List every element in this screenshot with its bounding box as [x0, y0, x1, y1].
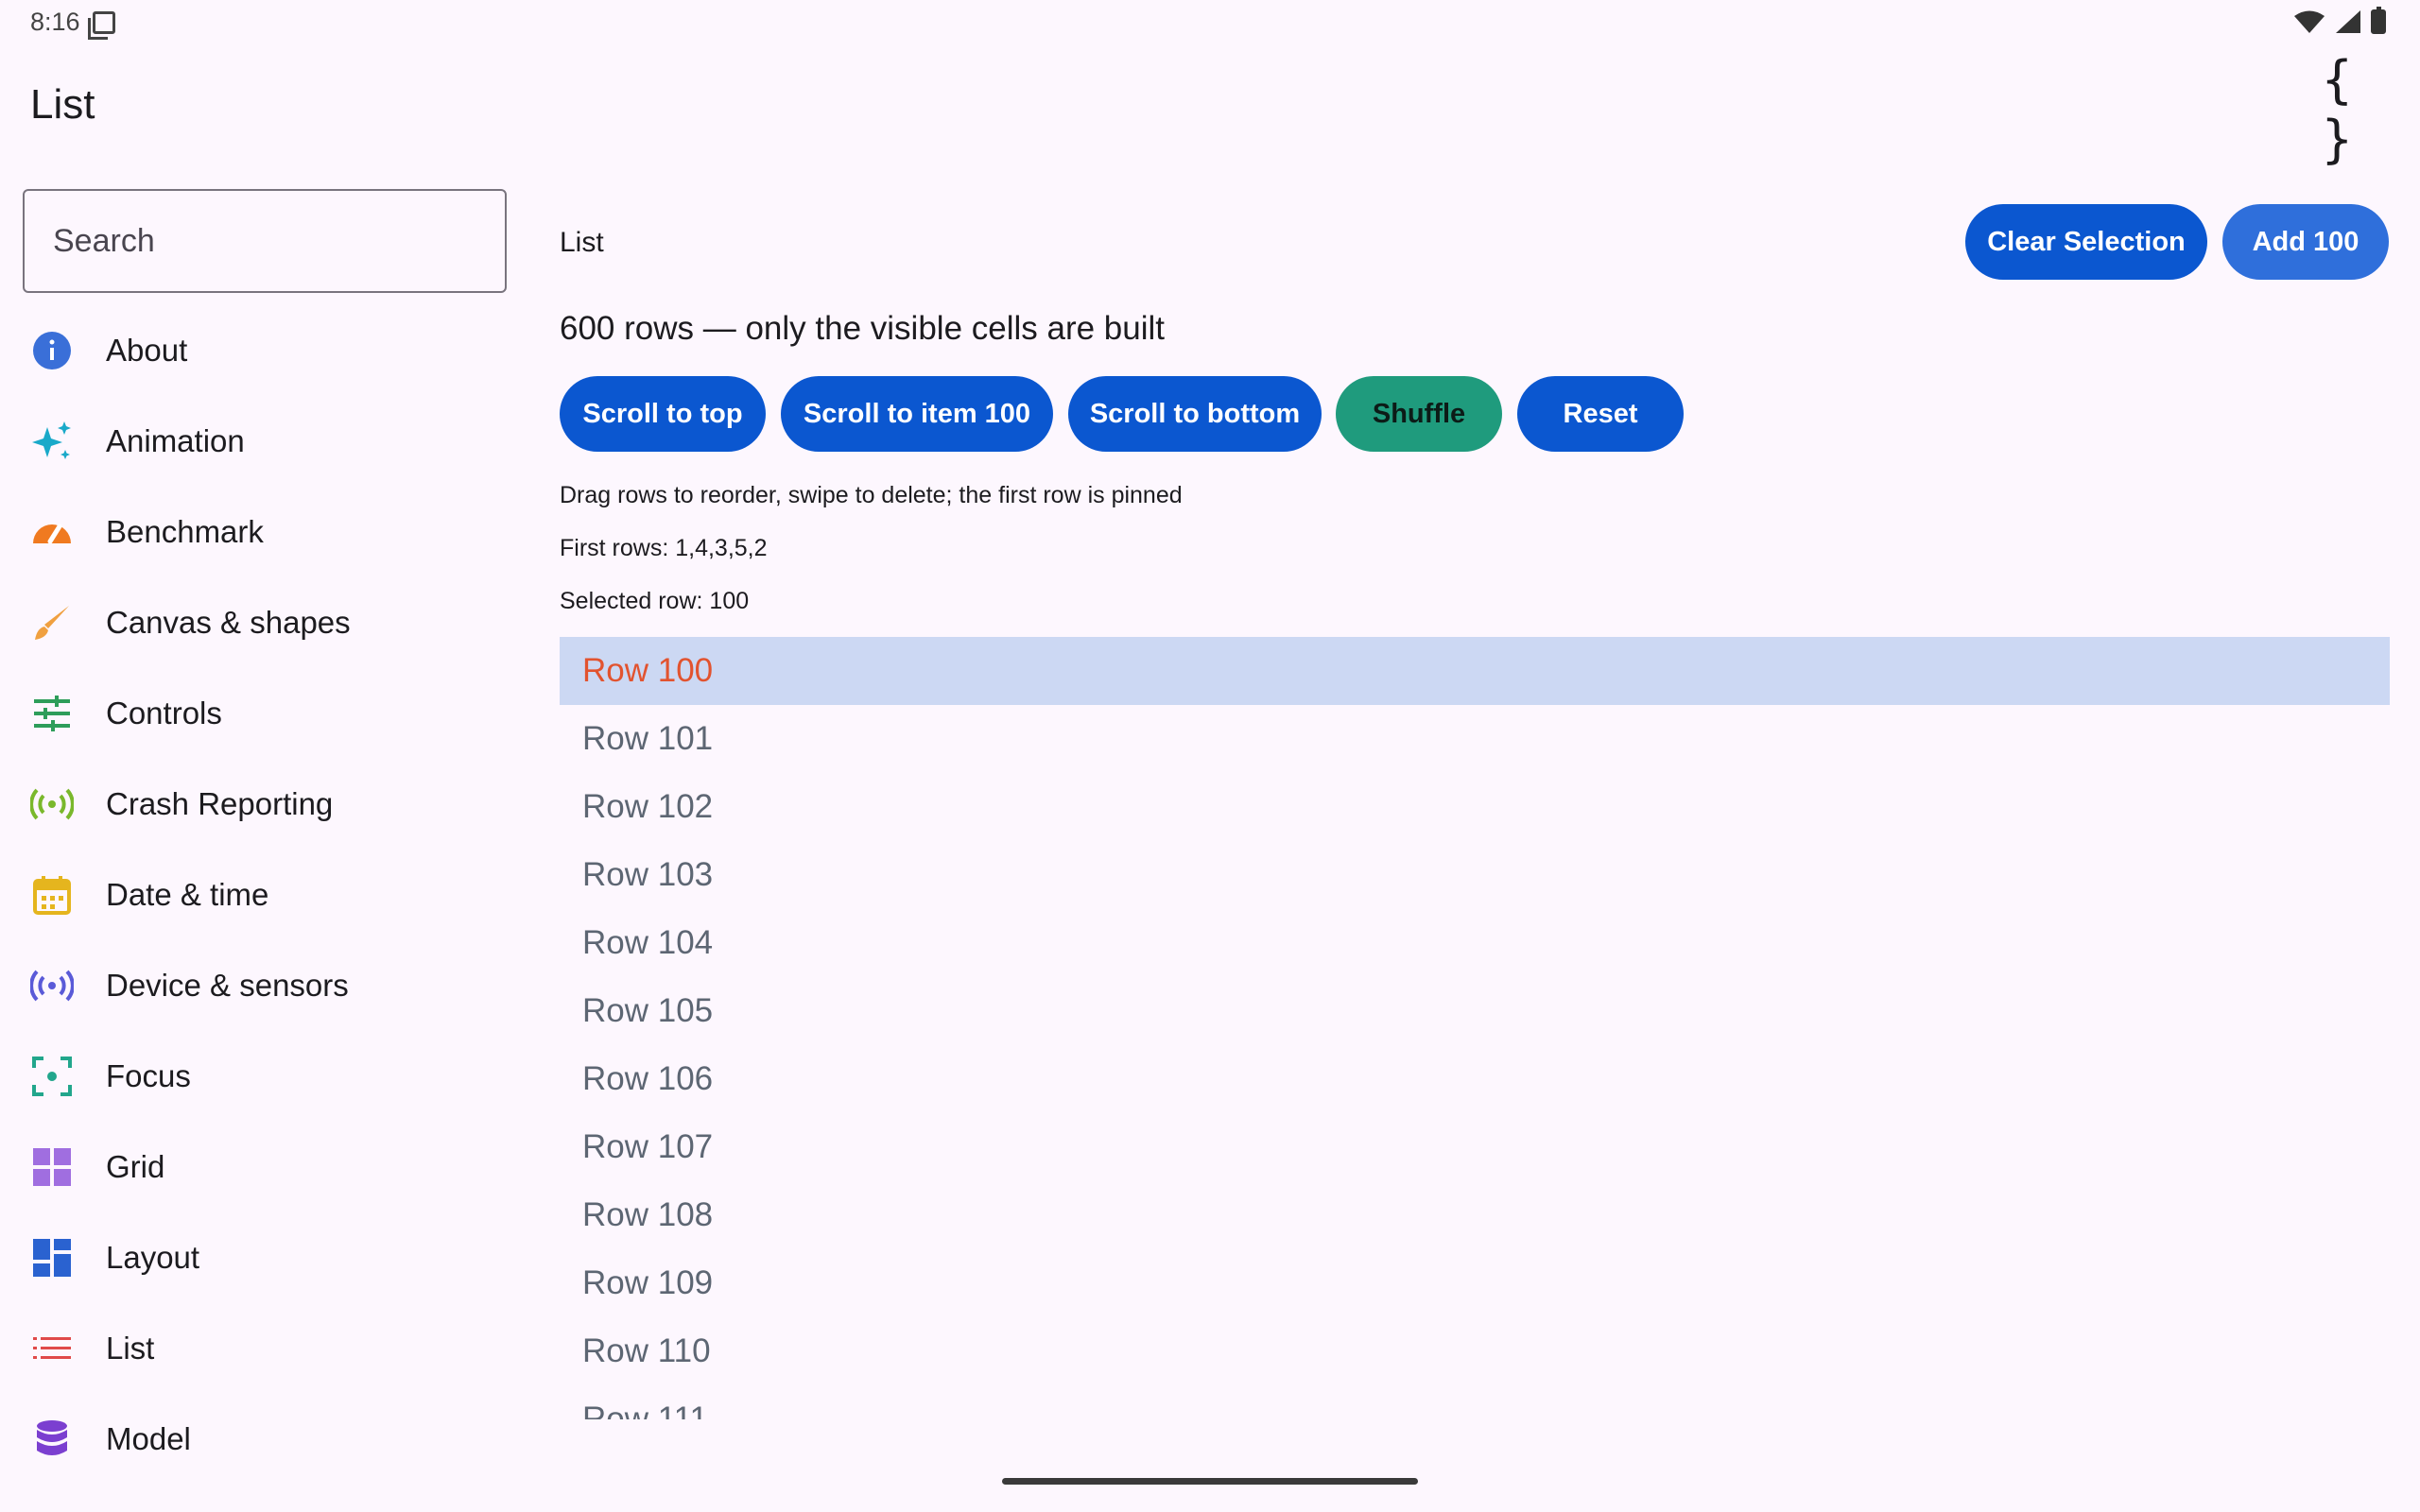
nav-item-controls[interactable]: Controls — [0, 668, 529, 759]
nav-label-focus: Focus — [106, 1058, 191, 1093]
brush-icon — [30, 601, 74, 644]
list-row[interactable]: Row 106 — [560, 1045, 2390, 1113]
row-count-text: 600 rows — only the visible cells are bu… — [560, 310, 1166, 347]
nav-item-focus[interactable]: Focus — [0, 1031, 529, 1122]
list-icon — [30, 1327, 74, 1370]
nav-item-date-time[interactable]: Date & time — [0, 850, 529, 940]
nav-label-controls: Controls — [106, 696, 222, 730]
reorder-hint: Drag rows to reorder, swipe to delete; t… — [560, 482, 1183, 508]
sensors-icon — [30, 964, 74, 1007]
clear-selection-button[interactable]: Clear Selection — [1965, 204, 2207, 280]
status-bar: 8:16 — [0, 0, 2420, 45]
layout-icon — [30, 1236, 74, 1280]
grid-icon — [30, 1145, 74, 1189]
nav-label-layout: Layout — [106, 1240, 200, 1275]
nav-item-model[interactable]: Model — [0, 1394, 529, 1485]
home-indicator[interactable] — [1002, 1478, 1418, 1485]
nav-label-date-time: Date & time — [106, 877, 269, 912]
app-title: List — [30, 81, 95, 128]
broadcast-icon — [30, 782, 74, 826]
add-100-button[interactable]: Add 100 — [2222, 204, 2389, 280]
info-icon — [30, 329, 74, 372]
battery-icon — [2371, 7, 2386, 34]
nav-label-canvas-shapes: Canvas & shapes — [106, 605, 351, 640]
nav-label-benchmark: Benchmark — [106, 514, 264, 549]
list-row[interactable]: Row 102 — [560, 773, 2390, 841]
sim-card-icon — [88, 11, 115, 40]
list-row[interactable]: Row 110 — [560, 1317, 2390, 1385]
shuffle-button[interactable]: Shuffle — [1336, 376, 1502, 452]
selected-row-text: Selected row: 100 — [560, 588, 750, 614]
list-row[interactable]: Row 109 — [560, 1249, 2390, 1317]
status-icons — [2293, 7, 2386, 34]
nav-item-about[interactable]: About — [0, 305, 529, 396]
focus-icon — [30, 1055, 74, 1098]
nav-item-layout[interactable]: Layout — [0, 1212, 529, 1303]
list-row[interactable]: Row 108 — [560, 1181, 2390, 1249]
nav-label-list: List — [106, 1331, 155, 1366]
search-input[interactable] — [23, 189, 507, 293]
section-title: List — [560, 227, 604, 258]
nav-item-crash-reporting[interactable]: Crash Reporting — [0, 759, 529, 850]
nav-item-grid[interactable]: Grid — [0, 1122, 529, 1212]
list-row[interactable]: Row 105 — [560, 977, 2390, 1045]
nav-label-device-sensors: Device & sensors — [106, 968, 349, 1003]
list-row[interactable]: Row 100 — [560, 637, 2390, 705]
wifi-icon — [2294, 10, 2325, 33]
status-time: 8:16 — [30, 8, 80, 36]
nav-list: About Animation Benchmark Canvas & shape… — [0, 305, 529, 1485]
reset-button[interactable]: Reset — [1517, 376, 1684, 452]
nav-label-grid: Grid — [106, 1149, 165, 1184]
nav-label-about: About — [106, 333, 188, 368]
nav-label-crash-reporting: Crash Reporting — [106, 786, 334, 821]
calendar-icon — [30, 873, 74, 917]
scroll-to-bottom-button[interactable]: Scroll to bottom — [1068, 376, 1322, 452]
nav-item-animation[interactable]: Animation — [0, 396, 529, 487]
nav-label-animation: Animation — [106, 423, 245, 458]
nav-item-device-sensors[interactable]: Device & sensors — [0, 940, 529, 1031]
list-row[interactable]: Row 101 — [560, 705, 2390, 773]
row-list[interactable]: Row 100 Row 101 Row 102 Row 103 Row 104 … — [560, 637, 2390, 1419]
nav-label-model: Model — [106, 1421, 191, 1456]
first-rows-text: First rows: 1,4,3,5,2 — [560, 535, 768, 561]
nav-item-canvas-shapes[interactable]: Canvas & shapes — [0, 577, 529, 668]
list-row[interactable]: Row 103 — [560, 841, 2390, 909]
app-root: 8:16 List { } About Animation — [0, 0, 2420, 1512]
list-row[interactable]: Row 104 — [560, 909, 2390, 977]
sliders-icon — [30, 692, 74, 735]
nav-item-benchmark[interactable]: Benchmark — [0, 487, 529, 577]
speedometer-icon — [30, 510, 74, 554]
list-row[interactable]: Row 111 — [560, 1385, 2390, 1419]
sparkle-icon — [30, 420, 74, 463]
code-icon[interactable]: { } — [2322, 50, 2390, 169]
nav-item-list[interactable]: List — [0, 1303, 529, 1394]
scroll-to-item-button[interactable]: Scroll to item 100 — [781, 376, 1053, 452]
list-row[interactable]: Row 107 — [560, 1113, 2390, 1181]
signal-icon — [2336, 10, 2360, 33]
scroll-to-top-button[interactable]: Scroll to top — [560, 376, 766, 452]
database-icon — [30, 1418, 74, 1461]
